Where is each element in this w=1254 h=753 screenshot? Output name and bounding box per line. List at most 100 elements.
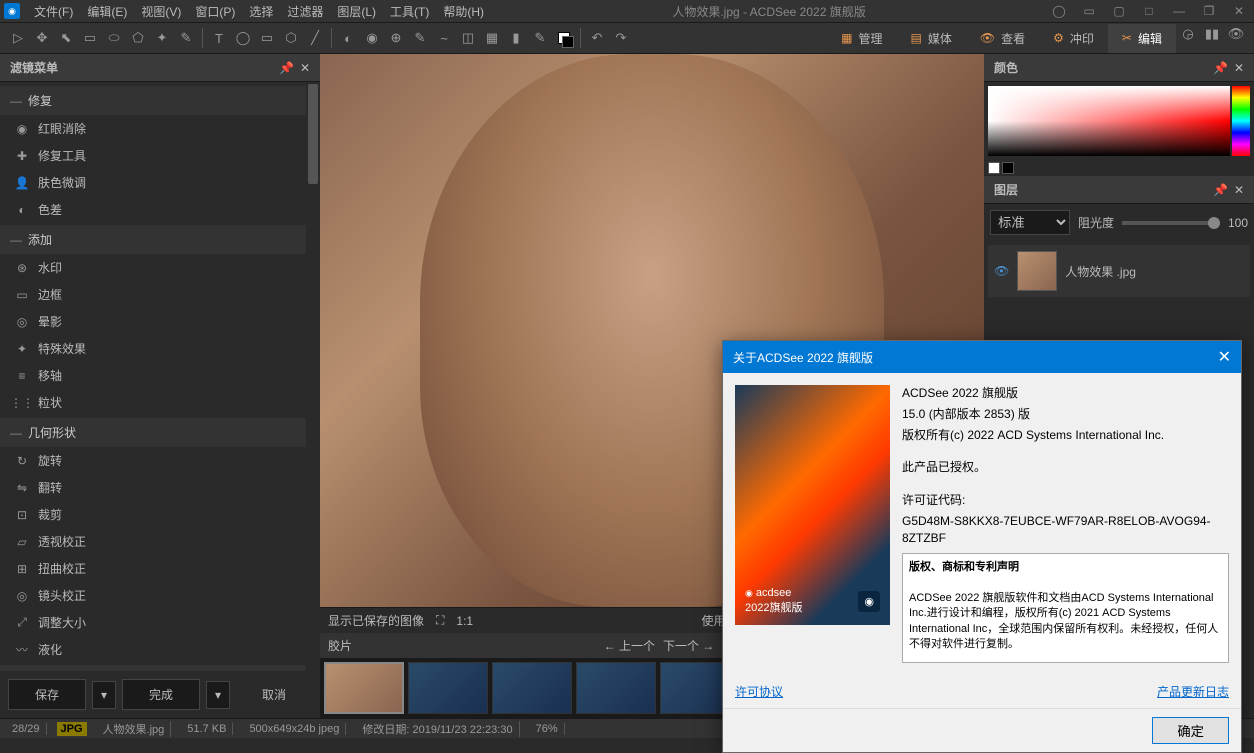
gradient-icon[interactable]: ▦ [482,28,502,48]
about-legal-box[interactable]: 版权、商标和专利声明 ACDSee 2022 旗舰版软件和文档由ACD Syst… [902,553,1229,663]
menu-edit[interactable]: 编辑(E) [81,1,133,22]
redo-icon[interactable]: ↷ [611,28,631,48]
pointer-tool-icon[interactable]: ▷ [8,28,28,48]
menu-tool[interactable]: 工具(T) [384,1,435,22]
filter-liquify[interactable]: 〰液化 [0,636,306,663]
smudge-icon[interactable]: ~ [434,28,454,48]
group-geometry[interactable]: 几何形状 [0,418,306,447]
lasso-icon[interactable]: ⬭ [104,28,124,48]
visibility-icon[interactable]: 👁 [994,264,1009,278]
filter-redeye[interactable]: ◉红眼消除 [0,115,306,142]
save-dropdown-icon[interactable]: ▾ [92,681,116,709]
filter-effects[interactable]: ✦特殊效果 [0,335,306,362]
filter-rotate[interactable]: ↻旋转 [0,447,306,474]
polygon-icon[interactable]: ⬠ [128,28,148,48]
group-add[interactable]: 添加 [0,225,306,254]
filter-border[interactable]: ▭边框 [0,281,306,308]
menu-file[interactable]: 文件(F) [28,1,79,22]
text-tool-icon[interactable]: T [209,28,229,48]
prev-button[interactable]: ← 上一个 [604,637,655,654]
move-tool-icon[interactable]: ✥ [32,28,52,48]
group-repair[interactable]: 修复 [0,86,306,115]
extra-icon-3[interactable]: 👁 [1226,24,1246,44]
line-icon[interactable]: ╱ [305,28,325,48]
cascade-icon[interactable]: ▭ [1078,3,1100,19]
hue-slider[interactable] [1232,86,1250,156]
tab-view[interactable]: 👁查看 [966,24,1039,53]
about-close-button[interactable]: ✕ [1218,347,1231,367]
swatch-white[interactable] [988,162,1000,174]
filter-lens[interactable]: ◎镜头校正 [0,582,306,609]
shape-icon[interactable]: ⬡ [281,28,301,48]
menu-help[interactable]: 帮助(H) [437,1,490,22]
tab-manage[interactable]: ▦管理 [827,24,896,53]
selection-arrow-icon[interactable]: ⬉ [56,28,76,48]
menu-select[interactable]: 选择 [243,1,279,22]
rect-icon[interactable]: ▭ [257,28,277,48]
scrollbar[interactable] [306,82,320,671]
close-button[interactable]: ✕ [1228,3,1250,19]
menu-layer[interactable]: 图层(L) [331,1,382,22]
filter-crop[interactable]: ⊡裁剪 [0,501,306,528]
pin-icon[interactable]: 📌 [279,61,294,75]
filter-distort[interactable]: ⊞扭曲校正 [0,555,306,582]
update-link[interactable]: 产品更新日志 [1157,683,1229,700]
ellipse-icon[interactable]: ◯ [233,28,253,48]
menu-filter[interactable]: 过滤器 [281,1,329,22]
wand-icon[interactable]: ✦ [152,28,172,48]
filter-perspective[interactable]: ▱透视校正 [0,528,306,555]
swatch-black[interactable] [1002,162,1014,174]
restore-icon[interactable]: ▢ [1108,3,1130,19]
fill-icon[interactable]: ▮ [506,28,526,48]
cancel-button[interactable]: 取消 [236,680,312,709]
redeye-icon-tool[interactable]: ◉ [362,28,382,48]
tab-develop[interactable]: ⚙冲印 [1039,24,1108,53]
color-picker[interactable] [988,86,1250,156]
next-button[interactable]: 下一个 → [663,637,714,654]
filter-grain[interactable]: ⋮⋮粒状 [0,389,306,416]
filter-aberration[interactable]: ◐色差 [0,196,306,223]
brush-select-icon[interactable]: ✎ [176,28,196,48]
clone-icon[interactable]: ⊕ [386,28,406,48]
tab-edit[interactable]: ✂编辑 [1108,24,1176,53]
opacity-slider[interactable] [1122,221,1220,225]
heal-icon[interactable]: ◐ [338,28,358,48]
layer-item[interactable]: 👁 人物效果 .jpg [988,245,1250,297]
about-ok-button[interactable]: 确定 [1152,717,1229,744]
close-icon[interactable]: ✕ [1234,61,1244,75]
eyedropper-icon[interactable]: ✎ [530,28,550,48]
pin-icon[interactable]: 📌 [1213,183,1228,197]
menu-window[interactable]: 窗口(P) [189,1,241,22]
filter-vignette[interactable]: ◎晕影 [0,308,306,335]
filter-flip[interactable]: ⇋翻转 [0,474,306,501]
license-link[interactable]: 许可协议 [735,683,783,700]
blend-mode-select[interactable]: 标准 [990,210,1070,235]
extra-icon-2[interactable]: ▮▮ [1202,24,1222,44]
brush-icon[interactable]: ✎ [410,28,430,48]
maximize-icon[interactable]: □ [1138,3,1160,19]
pin-icon[interactable]: 📌 [1213,61,1228,75]
thumbnail[interactable] [492,662,572,714]
done-button[interactable]: 完成 [122,679,200,710]
filter-resize[interactable]: ⤢调整大小 [0,609,306,636]
eraser-icon[interactable]: ◫ [458,28,478,48]
actual-icon[interactable]: 1:1 [456,614,473,628]
rect-select-icon[interactable]: ▭ [80,28,100,48]
restore-button[interactable]: ❐ [1198,3,1220,19]
close-icon[interactable]: ✕ [300,61,310,75]
thumbnail[interactable] [324,662,404,714]
filter-repair[interactable]: ✚修复工具 [0,142,306,169]
thumbnail[interactable] [408,662,488,714]
thumbnail[interactable] [576,662,656,714]
minimize-button[interactable]: — [1168,3,1190,19]
menu-view[interactable]: 视图(V) [135,1,187,22]
undo-icon[interactable]: ↶ [587,28,607,48]
extra-icon-1[interactable]: ◶ [1178,24,1198,44]
close-icon[interactable]: ✕ [1234,183,1244,197]
swatch-icon[interactable] [554,28,574,48]
user-icon[interactable]: ◯ [1048,3,1070,19]
tab-media[interactable]: ▤媒体 [897,24,966,53]
filter-tiltshift[interactable]: ≡移轴 [0,362,306,389]
saved-image-toggle[interactable]: 显示已保存的图像 [328,612,424,629]
save-button[interactable]: 保存 [8,679,86,710]
